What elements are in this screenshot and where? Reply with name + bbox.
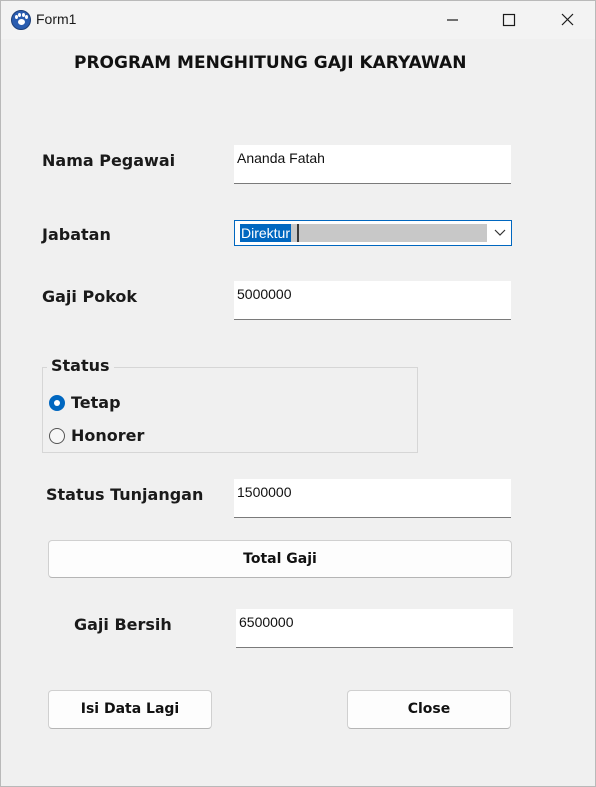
jabatan-label: Jabatan — [42, 225, 111, 244]
window-title: Form1 — [36, 11, 77, 27]
total-gaji-button[interactable]: Total Gaji — [48, 540, 512, 578]
maximize-button[interactable] — [485, 1, 531, 39]
jabatan-selected-value: Direktur — [240, 224, 292, 242]
chevron-down-icon[interactable] — [493, 227, 507, 239]
paw-icon[interactable] — [11, 10, 31, 30]
close-button[interactable]: Close — [347, 690, 511, 729]
maximize-icon — [502, 13, 516, 27]
gaji-bersih-label: Gaji Bersih — [74, 615, 172, 634]
radio-tetap-label: Tetap — [71, 393, 121, 412]
nama-pegawai-label: Nama Pegawai — [42, 151, 176, 170]
gaji-pokok-input[interactable]: 5000000 — [234, 281, 511, 320]
status-group-title: Status — [47, 356, 114, 375]
nama-pegawai-input[interactable]: Ananda Fatah — [234, 145, 511, 184]
form1-window: Form1 PROGRAM MENGHITUNG GAJI KARYAWAN N… — [0, 0, 596, 787]
radio-honorer-label: Honorer — [71, 426, 145, 445]
close-window-button[interactable] — [544, 1, 590, 39]
isi-data-lagi-button[interactable]: Isi Data Lagi — [48, 690, 212, 729]
radio-unchecked-icon[interactable] — [49, 428, 65, 444]
title-bar[interactable]: Form1 — [1, 1, 595, 39]
radio-checked-icon[interactable] — [49, 395, 65, 411]
gaji-bersih-output[interactable]: 6500000 — [236, 609, 513, 648]
status-tunjangan-input[interactable]: 1500000 — [234, 479, 511, 518]
status-tunjangan-label: Status Tunjangan — [46, 485, 204, 504]
minimize-icon — [447, 19, 458, 21]
gaji-pokok-label: Gaji Pokok — [42, 287, 138, 306]
page-title: PROGRAM MENGHITUNG GAJI KARYAWAN — [74, 53, 467, 73]
jabatan-dropdown[interactable]: Direktur — [234, 220, 512, 246]
text-caret — [297, 224, 299, 242]
close-icon — [561, 13, 574, 26]
minimize-button[interactable] — [429, 1, 475, 39]
